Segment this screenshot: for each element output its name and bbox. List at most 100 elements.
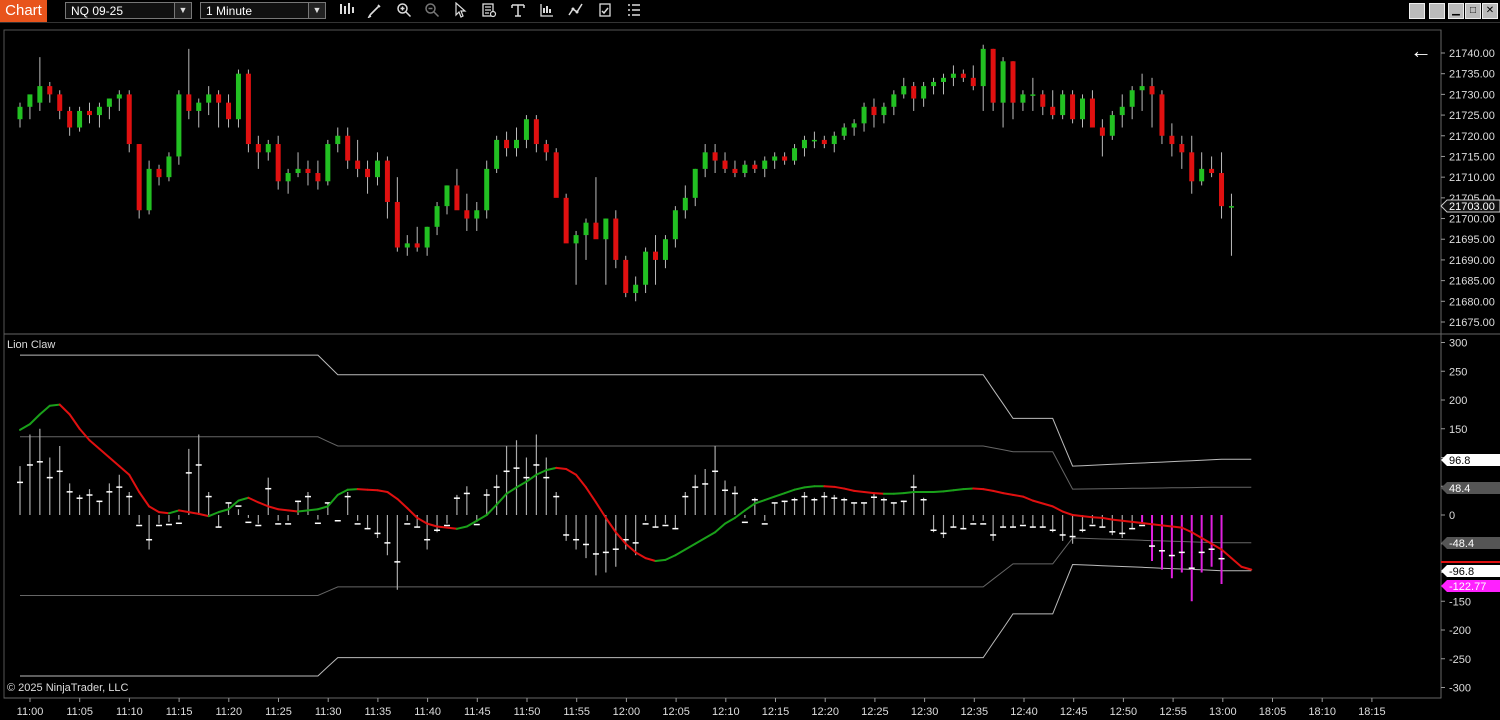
- value-label: 96.8: [1441, 454, 1500, 467]
- candle-body: [573, 235, 579, 244]
- signal-segment: [58, 403, 71, 416]
- candle-body: [424, 226, 430, 248]
- signal-segment: [1131, 520, 1144, 525]
- candle-body: [742, 164, 748, 174]
- minimize-icon[interactable]: ▁: [1448, 3, 1464, 19]
- y-tick-label: 21685.00: [1449, 276, 1495, 288]
- candle-body: [136, 144, 142, 211]
- bar-type-icon[interactable]: [337, 2, 357, 20]
- candle-body: [782, 156, 788, 161]
- x-tick-label: 12:55: [1159, 706, 1187, 718]
- zoom-out-icon[interactable]: [422, 2, 442, 20]
- data-box-icon[interactable]: [479, 2, 499, 20]
- candle: [940, 73, 946, 95]
- candle: [96, 102, 102, 128]
- chevron-down-icon[interactable]: ▼: [308, 3, 325, 18]
- candle: [27, 94, 33, 120]
- zoom-in-icon[interactable]: [394, 2, 414, 20]
- candle-body: [355, 160, 361, 169]
- pointer-icon[interactable]: [450, 1, 470, 20]
- signal-segment: [1160, 524, 1173, 528]
- x-tick-label: 11:45: [464, 706, 491, 718]
- chevron-down-icon[interactable]: ▼: [174, 3, 191, 18]
- candle-body: [712, 152, 718, 161]
- candle-body: [67, 110, 73, 128]
- properties-icon[interactable]: [508, 2, 528, 20]
- candle: [1228, 193, 1234, 256]
- candle-body: [454, 185, 460, 211]
- chart-tab[interactable]: Chart: [0, 0, 47, 22]
- candle-body: [732, 168, 738, 174]
- candle: [414, 226, 420, 252]
- candle-body: [871, 106, 877, 116]
- signal-segment: [555, 466, 568, 470]
- candle-body: [384, 160, 390, 202]
- candle-body: [1159, 94, 1165, 136]
- candle: [474, 201, 480, 231]
- tile-icon[interactable]: [1409, 3, 1425, 19]
- signal-segment: [1002, 492, 1014, 496]
- candle: [911, 81, 917, 111]
- candle-body: [1099, 127, 1105, 136]
- candle: [335, 127, 341, 153]
- signal-segment: [237, 496, 250, 502]
- candle: [206, 86, 212, 116]
- copyright-text: © 2025 NinjaTrader, LLC: [7, 682, 128, 694]
- signal-segment: [664, 554, 677, 561]
- candle: [136, 144, 142, 219]
- signal-segment: [207, 511, 220, 518]
- candle-body: [1089, 98, 1095, 128]
- signal-segment: [445, 526, 458, 530]
- candle: [126, 90, 132, 153]
- signal-segment: [932, 490, 945, 493]
- candle-body: [752, 164, 758, 169]
- draw-pen-icon[interactable]: [365, 2, 385, 20]
- candle-body: [245, 73, 251, 145]
- candle: [692, 168, 698, 207]
- strategies-icon[interactable]: [537, 2, 557, 20]
- signal-segment: [942, 489, 955, 493]
- signal-segment: [585, 486, 597, 504]
- candle: [384, 156, 390, 219]
- instrument-selector[interactable]: NQ 09-25 ▼: [65, 2, 192, 19]
- templates-icon[interactable]: [595, 2, 615, 20]
- x-tick-label: 11:25: [265, 706, 292, 718]
- signal-segment: [158, 511, 170, 515]
- list-icon[interactable]: [624, 2, 644, 20]
- maximize-icon[interactable]: □: [1465, 3, 1481, 19]
- candle: [1159, 90, 1165, 145]
- signal-segment: [187, 511, 200, 515]
- back-arrow-icon[interactable]: ←: [1410, 38, 1432, 63]
- candle-body: [672, 210, 678, 240]
- candle-body: [1070, 94, 1076, 120]
- candle-body: [1030, 94, 1036, 96]
- signal-segment: [19, 423, 31, 431]
- candle-body: [434, 206, 440, 227]
- signal-segment: [604, 516, 617, 534]
- candle-body: [1050, 106, 1056, 116]
- signal-segment: [436, 525, 448, 529]
- x-tick-label: 12:05: [662, 706, 690, 718]
- candle: [424, 226, 430, 256]
- signal-segment: [306, 508, 319, 512]
- signal-segment: [465, 519, 478, 528]
- candle: [374, 152, 380, 186]
- candle: [325, 139, 331, 186]
- instrument-value: NQ 09-25: [71, 4, 124, 18]
- tile-icon[interactable]: [1429, 3, 1445, 19]
- candle-body: [990, 48, 996, 103]
- y-tick-label: 21735.00: [1449, 69, 1495, 81]
- candle: [484, 160, 490, 219]
- y-tick-label: 21740.00: [1449, 48, 1495, 60]
- interval-selector[interactable]: 1 Minute ▼: [200, 2, 326, 19]
- candle: [762, 156, 768, 178]
- y-tick-label: 21725.00: [1449, 110, 1495, 122]
- indicators-icon[interactable]: [566, 2, 586, 20]
- close-icon[interactable]: ✕: [1482, 3, 1498, 19]
- y-tick-label: 21715.00: [1449, 151, 1495, 163]
- x-tick-label: 13:00: [1209, 706, 1237, 718]
- candle-body: [106, 98, 112, 107]
- candle: [245, 69, 251, 153]
- candle-body: [335, 135, 341, 145]
- chart-area[interactable]: 21740.00 21735.00 21730.00 21725.00 21720.00…: [0, 22, 1500, 720]
